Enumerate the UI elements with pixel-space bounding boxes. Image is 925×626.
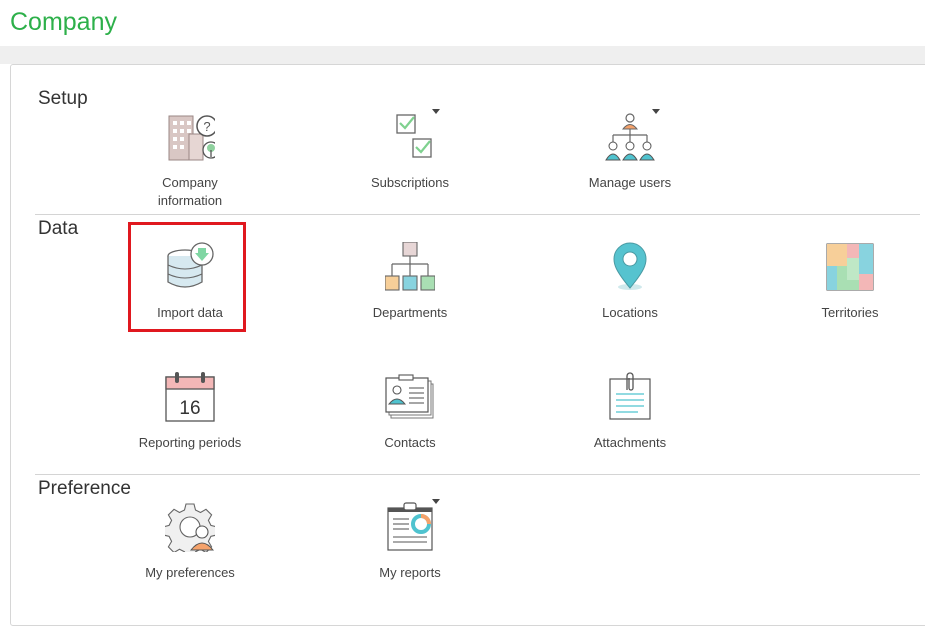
tile-departments[interactable]: Departments <box>350 242 470 352</box>
tile-label: My preferences <box>145 565 235 580</box>
section-title-data: Data <box>38 218 79 239</box>
section-divider <box>35 214 920 215</box>
contact-cards-icon <box>385 372 435 422</box>
tile-label: Contacts <box>384 435 436 450</box>
clipboard-report-icon <box>385 502 435 552</box>
tile-label: Locations <box>602 305 658 320</box>
chevron-down-icon[interactable] <box>652 109 660 114</box>
tile-manage-users[interactable]: Manage users <box>570 109 690 222</box>
tile-company-information[interactable]: ? Company information <box>130 112 250 222</box>
tile-my-reports[interactable]: My reports <box>350 499 470 612</box>
tile-locations[interactable]: Locations <box>570 242 690 352</box>
org-chart-icon <box>385 242 435 292</box>
tile-import-data[interactable]: Import data <box>130 242 250 352</box>
users-hierarchy-icon <box>605 112 655 162</box>
tile-label: Attachments <box>593 435 667 450</box>
calendar-day-number: 16 <box>179 398 200 419</box>
territory-map-icon <box>825 242 875 292</box>
svg-text:?: ? <box>203 119 210 134</box>
calendar-icon: 16 <box>165 372 215 422</box>
database-download-icon <box>165 242 215 292</box>
checklist-icon <box>385 112 435 162</box>
section-divider <box>35 474 920 475</box>
paperclip-document-icon <box>605 372 655 422</box>
map-pin-icon <box>605 242 655 292</box>
header-band <box>0 46 925 64</box>
gear-user-icon <box>165 502 215 552</box>
tile-label: Manage users <box>588 175 672 190</box>
tile-reporting-periods[interactable]: 16 Reporting periods <box>130 372 250 482</box>
tile-label: Departments <box>372 305 448 320</box>
tile-territories[interactable]: Territories <box>790 242 910 352</box>
tile-label: Territories <box>821 305 879 320</box>
section-title-preference: Preference <box>38 478 131 499</box>
tile-subscriptions[interactable]: Subscriptions <box>350 109 470 222</box>
tile-contacts[interactable]: Contacts <box>350 372 470 482</box>
page-title: Company <box>10 8 117 36</box>
tile-label: Import data <box>157 305 223 320</box>
tile-label: Subscriptions <box>370 175 450 190</box>
tile-my-preferences[interactable]: My preferences <box>130 502 250 612</box>
section-title-setup: Setup <box>38 88 88 109</box>
tile-label: My reports <box>379 565 441 580</box>
tile-label: Company information <box>157 175 223 208</box>
tile-attachments[interactable]: Attachments <box>570 372 690 482</box>
chevron-down-icon[interactable] <box>432 109 440 114</box>
tile-label: Reporting periods <box>138 435 242 450</box>
chevron-down-icon[interactable] <box>432 499 440 504</box>
building-info-icon: ? <box>165 112 215 162</box>
